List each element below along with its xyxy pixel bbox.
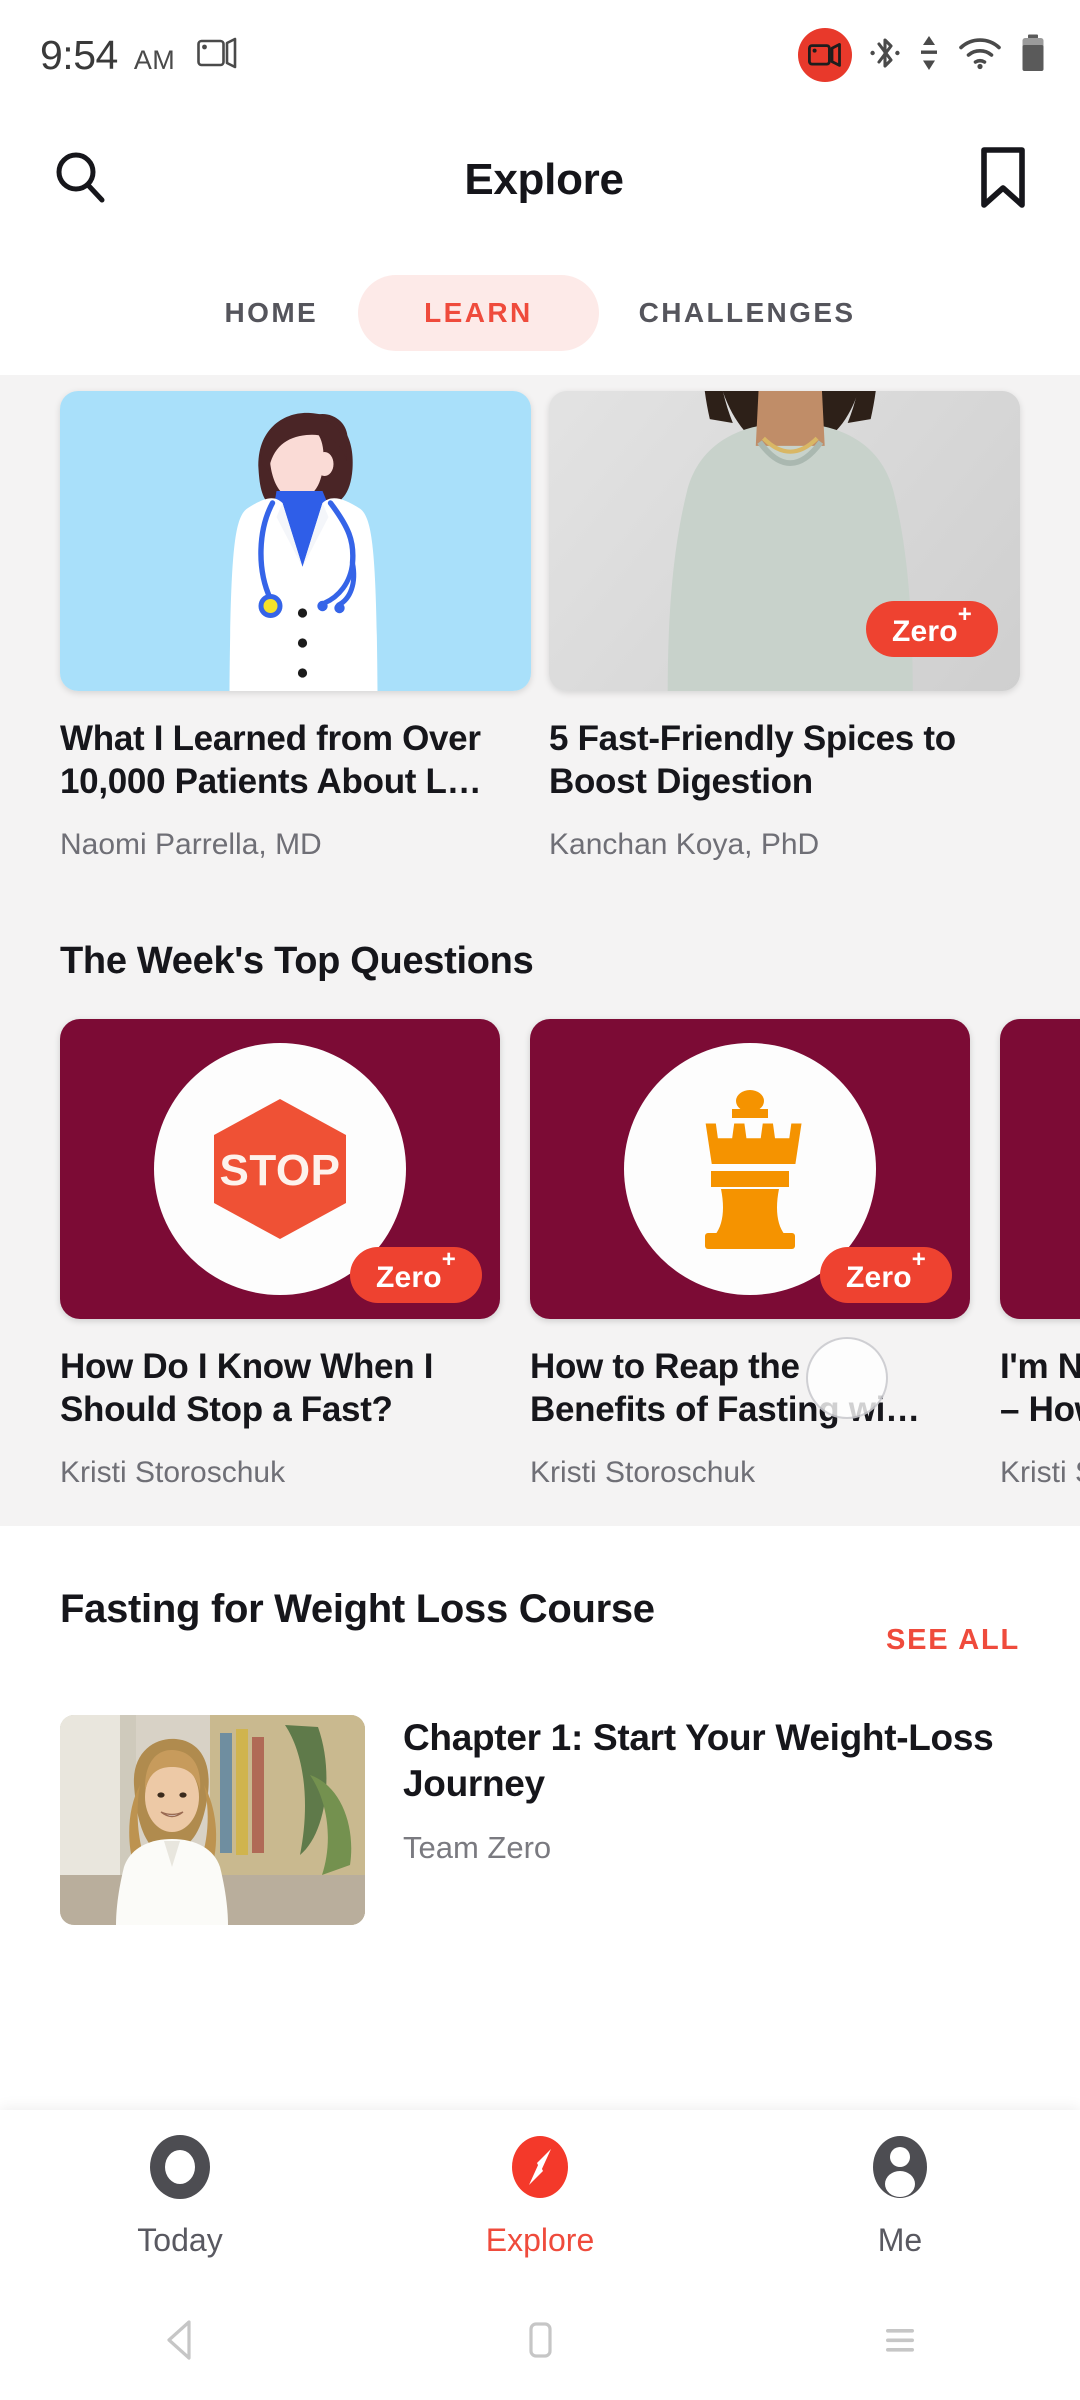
question-thumbnail: STOP Zero+	[60, 1018, 500, 1319]
stop-sign-icon: STOP	[214, 1098, 346, 1239]
status-bar-left: 9:54 AM	[40, 32, 239, 79]
bluetooth-icon	[870, 33, 900, 78]
article-author: Naomi Parrella, MD	[60, 827, 322, 861]
question-author: Kristi Storoschuk	[530, 1455, 756, 1489]
woman-indoor-photo	[60, 1714, 365, 1925]
see-all-button[interactable]: SEE ALL	[886, 1624, 1020, 1657]
doctor-illustration	[60, 391, 531, 691]
chapter-thumbnail	[60, 1714, 365, 1925]
status-ampm: AM	[133, 44, 176, 75]
svg-text:STOP: STOP	[219, 1146, 340, 1195]
zero-plus-badge: Zero+	[349, 1246, 482, 1303]
section-heading-top-questions: The Week's Top Questions	[60, 939, 534, 982]
android-system-nav	[0, 2280, 1080, 2400]
android-back-button[interactable]	[0, 2317, 360, 2363]
featured-articles-row: What I Learned from Over 10,000 Patients…	[0, 391, 1080, 862]
chapter-title: Chapter 1: Start Your Weight-Loss Journe…	[403, 1716, 994, 1805]
chapter-author: Team Zero	[403, 1829, 552, 1865]
chapter-text-block: Chapter 1: Start Your Weight-Loss Journe…	[403, 1715, 1020, 1925]
nav-item-today[interactable]: Today	[0, 2131, 360, 2259]
course-title: Fasting for Weight Loss Course	[60, 1586, 655, 1631]
person-icon	[865, 2131, 935, 2208]
article-thumbnail: Zero+	[549, 391, 1020, 691]
search-icon[interactable]	[52, 149, 110, 212]
nav-label-today: Today	[137, 2222, 223, 2258]
ring-icon	[145, 2131, 215, 2208]
chess-queen-icon	[705, 1089, 802, 1249]
bottom-navigation: Today Explore Me	[0, 2110, 1080, 2280]
question-title: How Do I Know When I Should Stop a Fast?	[60, 1346, 434, 1430]
nav-label-me: Me	[877, 2222, 923, 2258]
screen-record-icon	[798, 28, 852, 82]
tab-learn[interactable]: LEARN	[358, 274, 599, 351]
status-bar: 9:54 AM	[0, 0, 1080, 110]
status-bar-right	[798, 28, 1046, 82]
question-thumbnail	[1000, 1018, 1080, 1319]
nav-label-explore: Explore	[485, 2222, 595, 2258]
compass-icon	[505, 2131, 575, 2208]
question-thumbnail: Zero+	[530, 1018, 970, 1319]
question-title: I'm Ne – How	[1000, 1346, 1080, 1430]
tab-challenges[interactable]: CHALLENGES	[599, 275, 896, 351]
tab-bar: HOME LEARN CHALLENGES	[0, 250, 1080, 375]
nav-item-me[interactable]: Me	[720, 2131, 1080, 2259]
question-card[interactable]: I'm Ne – How Kristi S	[1000, 1018, 1080, 1490]
tab-home[interactable]: HOME	[185, 275, 359, 351]
questions-carousel[interactable]: STOP Zero+ How Do I Know When I Should S…	[0, 1018, 1080, 1490]
question-author: Kristi Storoschuk	[60, 1455, 286, 1489]
article-title: What I Learned from Over 10,000 Patients…	[60, 719, 482, 802]
app-header: Explore	[0, 110, 1080, 250]
android-home-button[interactable]	[360, 2317, 720, 2363]
battery-icon	[1020, 33, 1046, 78]
article-card[interactable]: What I Learned from Over 10,000 Patients…	[60, 391, 531, 862]
nav-item-explore[interactable]: Explore	[360, 2131, 720, 2259]
chapter-list-item[interactable]: Chapter 1: Start Your Weight-Loss Journe…	[60, 1714, 1020, 1925]
article-author: Kanchan Koya, PhD	[549, 827, 820, 861]
status-time: 9:54	[40, 31, 118, 78]
question-author: Kristi S	[1000, 1455, 1080, 1489]
recents-menu-icon	[886, 2329, 914, 2352]
article-title: 5 Fast-Friendly Spices to Boost Digestio…	[549, 719, 956, 802]
back-triangle-icon	[167, 2320, 191, 2360]
data-transfer-icon	[918, 33, 940, 78]
zero-plus-badge: Zero+	[819, 1246, 952, 1303]
page-title: Explore	[464, 155, 624, 204]
android-recents-button[interactable]	[720, 2317, 1080, 2363]
question-card[interactable]: STOP Zero+ How Do I Know When I Should S…	[60, 1018, 500, 1490]
article-card[interactable]: Zero+ 5 Fast-Friendly Spices to Boost Di…	[549, 391, 1020, 862]
course-section: Fasting for Weight Loss Course SEE ALL C…	[0, 1525, 1080, 1925]
zero-plus-badge: Zero+	[865, 601, 998, 657]
question-card[interactable]: Zero+ How to Reap the Benefits of Fastin…	[530, 1018, 970, 1490]
home-square-icon	[529, 2322, 552, 2358]
screen-cast-icon	[197, 37, 239, 74]
question-title: How to Reap the Benefits of Fasting wi…	[530, 1346, 920, 1430]
course-header: Fasting for Weight Loss Course SEE ALL	[60, 1584, 1020, 1657]
bookmark-icon[interactable]	[978, 146, 1028, 214]
learn-content-section: What I Learned from Over 10,000 Patients…	[0, 375, 1080, 1526]
wifi-icon	[958, 36, 1002, 75]
article-thumbnail	[60, 391, 531, 691]
